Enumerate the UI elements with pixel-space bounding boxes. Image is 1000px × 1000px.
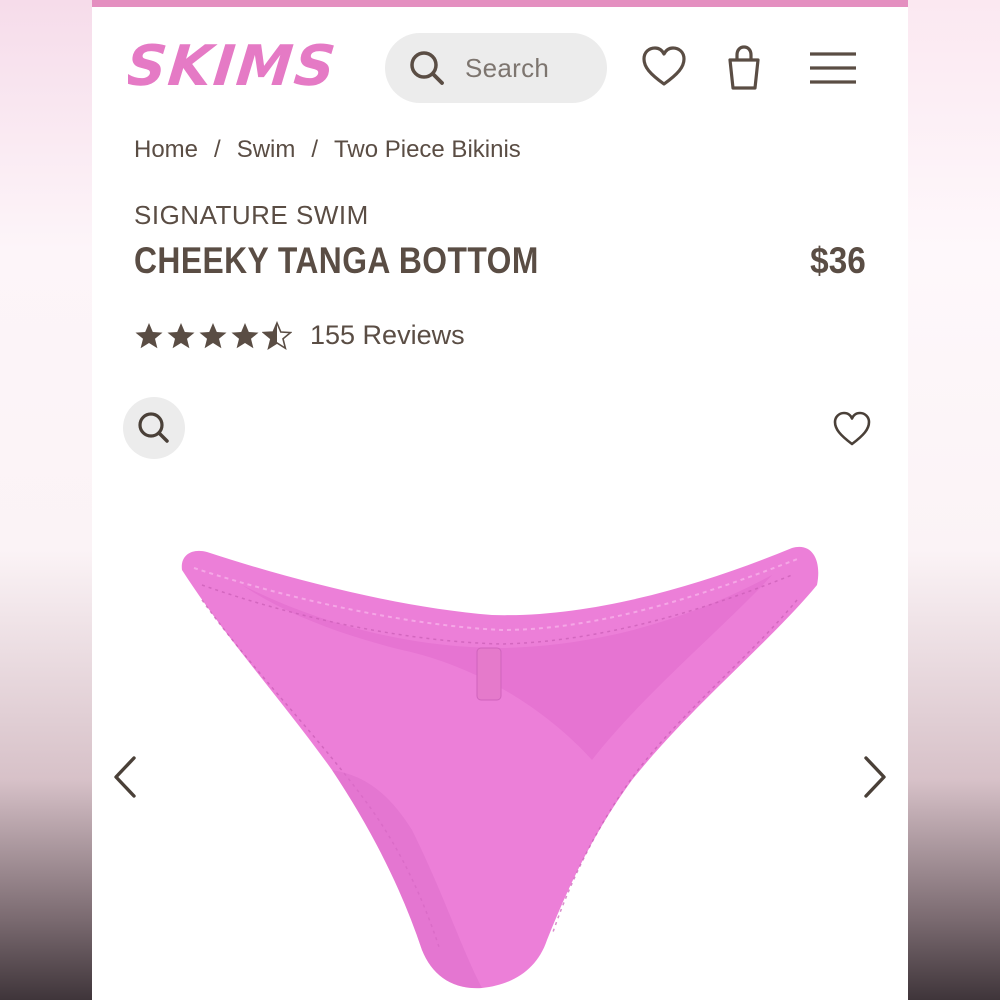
half-star-icon [262,320,292,350]
menu-icon[interactable] [808,42,858,94]
search-placeholder: Search [465,52,550,83]
rating-row[interactable]: 155 Reviews [134,320,465,351]
breadcrumb-separator: / [311,136,319,163]
star-icon [231,322,259,348]
mobile-screen: SKIMS Search Home / Swim / Two Piece Bik… [92,0,908,1000]
add-to-wishlist-heart-icon[interactable] [832,410,872,448]
breadcrumb-home[interactable]: Home [134,136,198,164]
top-accent-bar [92,0,908,7]
star-icon [199,322,227,348]
star-icon [167,322,195,348]
magnifier-icon [138,412,169,443]
product-collection[interactable]: SIGNATURE SWIM [134,200,369,231]
breadcrumb-two-piece-bikinis[interactable]: Two Piece Bikinis [334,136,521,164]
zoom-button[interactable] [123,397,185,459]
product-title: CHEEKY TANGA BOTTOM [134,240,539,281]
star-rating [134,320,292,351]
search-icon [410,51,444,85]
right-background [908,0,1000,1000]
star-icon [135,322,163,348]
breadcrumb: Home / Swim / Two Piece Bikinis [134,136,521,164]
reviews-link[interactable]: 155 Reviews [310,320,465,351]
skims-logo[interactable]: SKIMS [128,30,338,100]
breadcrumb-swim[interactable]: Swim [237,136,296,164]
search-bar[interactable]: Search [385,33,607,103]
previous-image-chevron-icon[interactable] [110,754,140,800]
product-image[interactable] [172,530,832,1000]
wishlist-heart-icon[interactable] [640,42,688,94]
breadcrumb-separator: / [214,136,221,163]
logo-text: SKIMS [128,34,338,99]
shopping-bag-icon[interactable] [720,42,768,94]
next-image-chevron-icon[interactable] [860,754,890,800]
product-price: $36 [810,240,866,281]
left-background [0,0,92,1000]
